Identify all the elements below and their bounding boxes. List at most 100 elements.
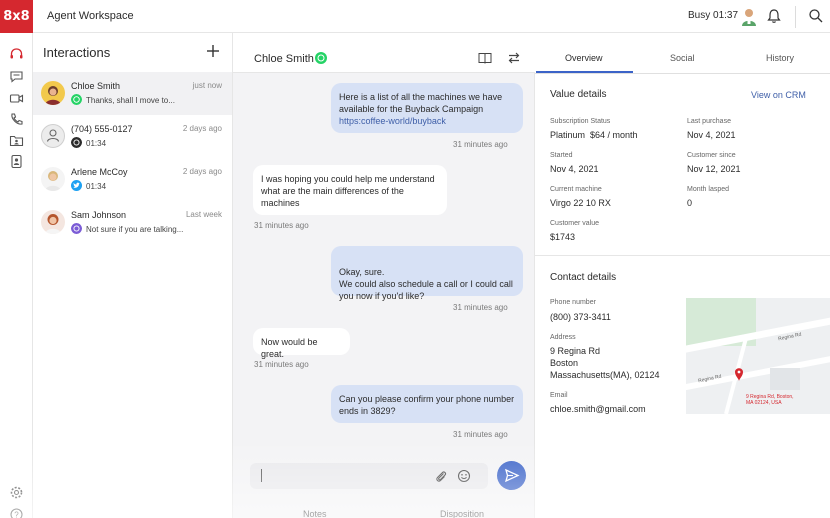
avatar	[41, 167, 65, 191]
add-interaction-plus-icon[interactable]	[205, 43, 221, 59]
contact-last-message: 01:34	[86, 182, 107, 191]
transfer-arrows-icon[interactable]	[507, 51, 521, 65]
chat-icon[interactable]	[9, 69, 24, 84]
message-text: Here is a list of all the machines we ha…	[339, 92, 503, 114]
customer-since-value: Nov 12, 2021	[687, 164, 741, 174]
avatar	[41, 124, 65, 148]
message-bubble-outgoing: Okay, sure. We could also schedule a cal…	[331, 246, 523, 301]
month-lasped-label: Month lasped	[687, 186, 730, 193]
customer-value: $1743	[550, 232, 576, 242]
contact-last-message: Thanks, shall I move to...	[86, 96, 175, 105]
search-icon[interactable]	[808, 8, 824, 24]
video-icon[interactable]	[9, 91, 24, 106]
call-icon	[71, 137, 82, 148]
emoji-smile-icon[interactable]	[457, 469, 471, 483]
call-duration: 01:34	[86, 139, 107, 148]
tab-history[interactable]: History	[766, 53, 794, 63]
message-timestamp: 31 minutes ago	[254, 360, 309, 369]
settings-gear-icon[interactable]	[9, 485, 24, 500]
address-line-3: Massachusetts(MA), 02124	[550, 370, 660, 380]
address-label: Address	[550, 334, 576, 341]
tab-social[interactable]: Social	[670, 53, 695, 63]
interactions-panel: Interactions Chloe Smith just now Thanks…	[33, 33, 233, 518]
message-text: I was hoping you could help me understan…	[261, 174, 435, 208]
topbar-divider	[795, 6, 796, 28]
contact-time: 2 days ago	[182, 124, 222, 133]
contact-name: (704) 555-0127	[71, 124, 133, 134]
started-label: Started	[550, 152, 573, 159]
conversation-header: Chloe Smith	[233, 33, 535, 73]
knowledge-book-icon[interactable]	[478, 52, 492, 64]
headset-icon[interactable]	[9, 47, 24, 62]
interaction-item-phone-number[interactable]: (704) 555-0127 2 days ago 01:34	[33, 115, 232, 158]
message-timestamp: 31 minutes ago	[453, 303, 508, 312]
message-link[interactable]: https:coffee-world/buyback	[339, 116, 446, 126]
details-tabs: Overview Social History	[535, 45, 830, 74]
left-rail: ?	[0, 33, 33, 518]
section-divider	[535, 255, 830, 256]
message-bubble-incoming: Now would be great.	[253, 328, 350, 359]
contacts-folder-icon[interactable]	[9, 133, 24, 148]
customer-value-label: Customer value	[550, 220, 600, 227]
svg-text:?: ?	[14, 511, 19, 518]
interaction-item-arlene-mccoy[interactable]: Arlene McCoy 2 days ago 01:34	[33, 158, 232, 201]
whatsapp-icon	[315, 52, 327, 64]
interaction-item-chloe-smith[interactable]: Chloe Smith just now Thanks, shall I mov…	[33, 72, 232, 115]
message-text: Now would be great.	[261, 337, 318, 359]
message-timestamp: 31 minutes ago	[254, 221, 309, 230]
whatsapp-icon	[71, 94, 82, 105]
conversation-contact-name: Chloe Smith	[254, 53, 314, 65]
viber-icon	[71, 223, 82, 234]
tab-overview[interactable]: Overview	[565, 53, 603, 63]
message-text: Can you please confirm your phone number…	[339, 394, 515, 416]
phone-number-link[interactable]: (800) 373-3411	[550, 312, 611, 322]
view-on-crm-link[interactable]: View on CRM	[751, 90, 806, 100]
agent-avatar-icon[interactable]	[740, 7, 758, 27]
active-tab-indicator	[536, 71, 633, 73]
tab-notes[interactable]: Notes	[303, 509, 327, 518]
subscription-status-label: Subscription Status	[550, 118, 611, 125]
contact-details-title: Contact details	[550, 272, 617, 283]
last-purchase-value: Nov 4, 2021	[687, 130, 736, 140]
current-machine-label: Current machine	[550, 186, 602, 193]
address-map[interactable]: Regina Rd Regina Rd 9 Regina Rd, Boston,…	[686, 298, 830, 414]
email-label: Email	[550, 392, 568, 399]
current-machine-link[interactable]: Virgo 22 10 RX	[550, 198, 611, 208]
last-purchase-label: Last purchase	[687, 118, 731, 125]
email-link[interactable]: chloe.smith@gmail.com	[550, 404, 646, 414]
message-timestamp: 31 minutes ago	[453, 140, 508, 149]
top-bar: 8x8 Agent Workspace Busy 01:37	[0, 0, 830, 33]
message-text: Okay, sure. We could also schedule a cal…	[339, 267, 513, 301]
brand-logo: 8x8	[0, 0, 33, 33]
interactions-title: Interactions	[43, 45, 111, 60]
attachment-paperclip-icon[interactable]	[434, 469, 448, 483]
started-value: Nov 4, 2021	[550, 164, 599, 174]
help-icon[interactable]: ?	[9, 507, 24, 518]
contact-name: Chloe Smith	[71, 81, 121, 91]
message-bubble-incoming: I was hoping you could help me understan…	[253, 165, 447, 215]
contact-time: just now	[192, 81, 222, 90]
phone-icon[interactable]	[9, 112, 24, 127]
phone-number-label: Phone number	[550, 299, 596, 306]
send-button[interactable]	[497, 461, 526, 490]
contact-last-message: Not sure if you are talking...	[86, 225, 184, 234]
address-line-1: 9 Regina Rd	[550, 346, 601, 356]
customer-details-panel: Overview Social History Value details Vi…	[535, 33, 830, 518]
send-arrow-icon	[505, 468, 520, 483]
text-cursor	[261, 469, 262, 482]
contact-name: Sam Johnson	[71, 210, 127, 220]
contact-time: Last week	[185, 210, 222, 219]
contact-card-icon[interactable]	[9, 154, 24, 169]
value-details-title: Value details	[550, 89, 607, 100]
message-input[interactable]	[250, 463, 488, 489]
subscription-status-value: Platinum $64 / month	[550, 130, 638, 140]
tab-disposition[interactable]: Disposition	[440, 509, 484, 518]
customer-since-label: Customer since	[687, 152, 736, 159]
address-line-2: Boston	[550, 358, 579, 368]
contact-time: 2 days ago	[182, 167, 222, 176]
interaction-item-sam-johnson[interactable]: Sam Johnson Last week Not sure if you ar…	[33, 201, 232, 244]
notification-bell-icon[interactable]	[766, 8, 782, 24]
app-title: Agent Workspace	[47, 10, 134, 22]
map-pin-label: 9 Regina Rd, Boston, MA 02124, USA	[746, 394, 794, 406]
agent-status[interactable]: Busy 01:37	[688, 10, 738, 21]
